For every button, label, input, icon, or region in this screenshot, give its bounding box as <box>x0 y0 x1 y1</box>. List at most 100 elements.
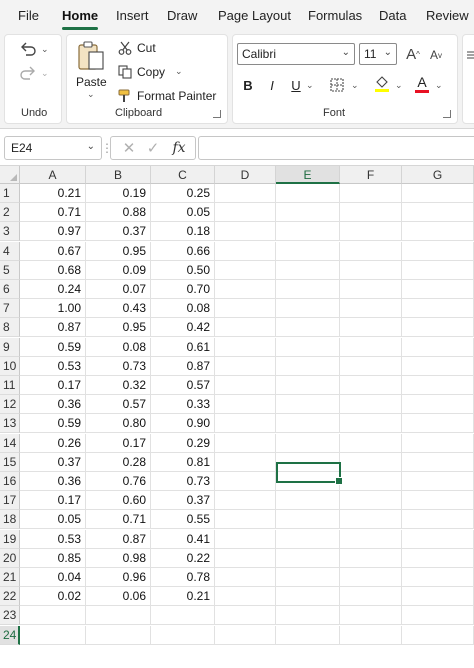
row-header-8[interactable]: 8 <box>0 318 20 338</box>
menu-data[interactable]: Data <box>379 8 406 23</box>
column-header-b[interactable]: B <box>86 166 151 184</box>
menu-formulas[interactable]: Formulas <box>308 8 362 23</box>
cell-d19[interactable] <box>215 529 276 549</box>
cell-g12[interactable] <box>402 395 474 415</box>
cell-e19[interactable] <box>276 529 340 549</box>
bold-button[interactable]: B <box>241 77 255 93</box>
cell-g9[interactable] <box>402 337 474 357</box>
cell-f17[interactable] <box>340 491 402 511</box>
row-header-9[interactable]: 9 <box>0 337 20 357</box>
cell-a3[interactable]: 0.97 <box>20 222 86 242</box>
cell-g21[interactable] <box>402 568 474 587</box>
cell-b4[interactable]: 0.95 <box>86 241 151 261</box>
cell-e12[interactable] <box>276 395 340 415</box>
cell-a8[interactable]: 0.87 <box>20 318 86 338</box>
column-header-e[interactable]: E <box>276 166 340 184</box>
cell-c9[interactable]: 0.61 <box>151 337 215 357</box>
row-header-15[interactable]: 15 <box>0 452 20 472</box>
cell-e8[interactable] <box>276 318 340 338</box>
row-header-20[interactable]: 20 <box>0 548 20 568</box>
cell-g5[interactable] <box>402 260 474 280</box>
cell-b5[interactable]: 0.09 <box>86 260 151 280</box>
cell-d14[interactable] <box>215 433 276 453</box>
cell-a22[interactable]: 0.02 <box>20 587 86 607</box>
borders-icon[interactable] <box>329 77 345 93</box>
format-painter-icon[interactable] <box>117 89 133 103</box>
cell-f8[interactable] <box>340 318 402 338</box>
cut-icon[interactable] <box>117 41 133 55</box>
cell-c20[interactable]: 0.22 <box>151 548 215 568</box>
cell-e4[interactable] <box>276 241 340 261</box>
cell-b9[interactable]: 0.08 <box>86 337 151 357</box>
cell-e6[interactable] <box>276 280 340 299</box>
cell-b24[interactable] <box>86 625 151 645</box>
cell-g7[interactable] <box>402 299 474 319</box>
cell-b12[interactable]: 0.57 <box>86 395 151 415</box>
cell-d13[interactable] <box>215 414 276 434</box>
cell-f9[interactable] <box>340 337 402 357</box>
cell-d1[interactable] <box>215 184 276 203</box>
cell-a16[interactable]: 0.36 <box>20 472 86 491</box>
row-header-22[interactable]: 22 <box>0 587 20 607</box>
cell-d11[interactable] <box>215 376 276 395</box>
cell-a18[interactable]: 0.05 <box>20 510 86 530</box>
column-header-d[interactable]: D <box>215 166 276 184</box>
cell-g4[interactable] <box>402 241 474 261</box>
cell-d18[interactable] <box>215 510 276 530</box>
cell-c10[interactable]: 0.87 <box>151 356 215 376</box>
cell-g16[interactable] <box>402 472 474 491</box>
undo-icon[interactable] <box>17 39 39 59</box>
menu-file[interactable]: File <box>18 8 39 23</box>
cell-c22[interactable]: 0.21 <box>151 587 215 607</box>
cell-b8[interactable]: 0.95 <box>86 318 151 338</box>
row-header-17[interactable]: 17 <box>0 491 20 511</box>
undo-dropdown-icon[interactable]: ⌄ <box>41 44 49 55</box>
cell-e5[interactable] <box>276 260 340 280</box>
redo-icon[interactable] <box>17 63 39 83</box>
cell-a11[interactable]: 0.17 <box>20 376 86 395</box>
cell-f13[interactable] <box>340 414 402 434</box>
cell-f19[interactable] <box>340 529 402 549</box>
row-header-21[interactable]: 21 <box>0 568 20 587</box>
column-header-g[interactable]: G <box>402 166 474 184</box>
clipboard-launcher-icon[interactable] <box>213 110 221 118</box>
cell-g13[interactable] <box>402 414 474 434</box>
cell-d3[interactable] <box>215 222 276 242</box>
cell-g23[interactable] <box>402 606 474 626</box>
cell-a13[interactable]: 0.59 <box>20 414 86 434</box>
cell-c18[interactable]: 0.55 <box>151 510 215 530</box>
cell-g24[interactable] <box>402 625 474 645</box>
cell-f15[interactable] <box>340 452 402 472</box>
cell-c4[interactable]: 0.66 <box>151 241 215 261</box>
row-header-14[interactable]: 14 <box>0 433 20 453</box>
italic-button[interactable]: I <box>265 77 279 93</box>
paste-dropdown-icon[interactable]: ⌄ <box>87 89 95 100</box>
cell-a2[interactable]: 0.71 <box>20 203 86 223</box>
name-box[interactable]: E24 ⌄ <box>4 136 102 160</box>
cell-b18[interactable]: 0.71 <box>86 510 151 530</box>
cell-a10[interactable]: 0.53 <box>20 356 86 376</box>
cell-e14[interactable] <box>276 433 340 453</box>
row-header-24[interactable]: 24 <box>0 625 20 645</box>
cell-g19[interactable] <box>402 529 474 549</box>
format-painter-label[interactable]: Format Painter <box>137 89 216 103</box>
shrink-font-icon[interactable]: Av <box>427 47 445 63</box>
redo-dropdown-icon[interactable]: ⌄ <box>41 68 49 79</box>
cell-d4[interactable] <box>215 241 276 261</box>
align-icon[interactable] <box>467 51 474 61</box>
copy-icon[interactable] <box>117 65 133 79</box>
cell-b19[interactable]: 0.87 <box>86 529 151 549</box>
cancel-icon[interactable]: ✕ <box>121 139 137 157</box>
column-header-f[interactable]: F <box>340 166 402 184</box>
column-header-c[interactable]: C <box>151 166 215 184</box>
row-header-1[interactable]: 1 <box>0 184 20 203</box>
cell-d23[interactable] <box>215 606 276 626</box>
cell-b14[interactable]: 0.17 <box>86 433 151 453</box>
cell-a9[interactable]: 0.59 <box>20 337 86 357</box>
formula-input[interactable] <box>198 136 474 160</box>
cell-c23[interactable] <box>151 606 215 626</box>
row-header-12[interactable]: 12 <box>0 395 20 415</box>
cell-f11[interactable] <box>340 376 402 395</box>
cell-c5[interactable]: 0.50 <box>151 260 215 280</box>
cell-f6[interactable] <box>340 280 402 299</box>
